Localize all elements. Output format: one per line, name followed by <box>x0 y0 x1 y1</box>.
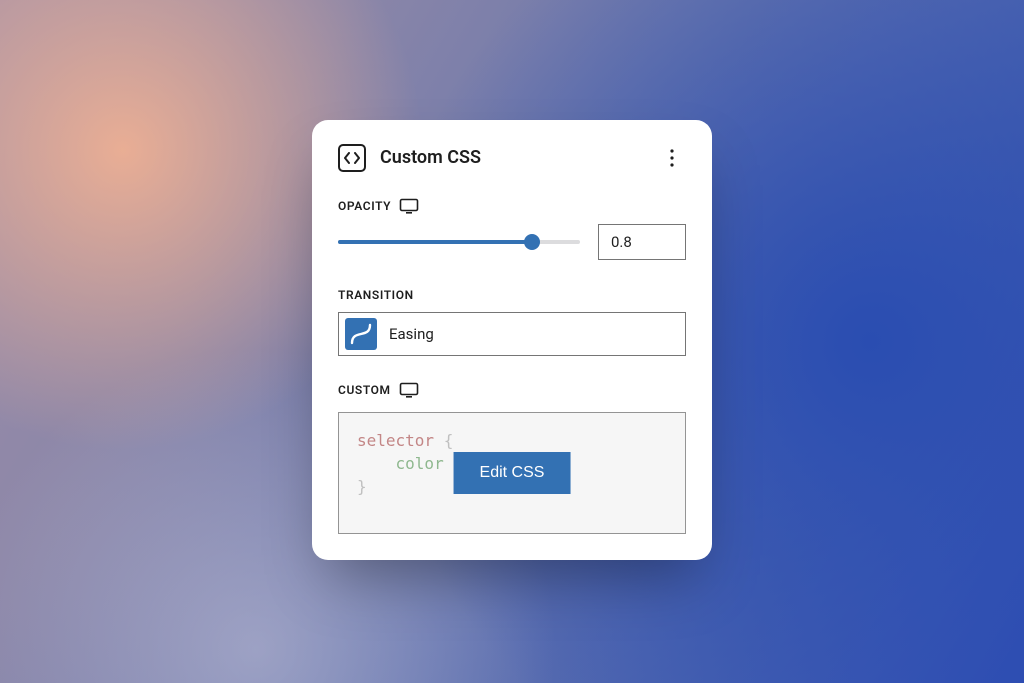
more-options-button[interactable] <box>658 144 686 172</box>
desktop-icon[interactable] <box>399 382 419 398</box>
opacity-label-row: OPACITY <box>338 198 686 214</box>
opacity-control-row: 0.8 <box>338 224 686 260</box>
transition-label: TRANSITION <box>338 288 414 302</box>
slider-fill <box>338 240 532 244</box>
custom-section: CUSTOM selector { color } Edit CSS <box>338 382 686 534</box>
edit-css-button[interactable]: Edit CSS <box>454 452 571 494</box>
css-code-preview[interactable]: selector { color } Edit CSS <box>338 412 686 534</box>
panel-header: Custom CSS <box>338 144 686 172</box>
opacity-label: OPACITY <box>338 199 391 213</box>
opacity-value-input[interactable]: 0.8 <box>598 224 686 260</box>
opacity-section: OPACITY 0.8 <box>338 198 686 260</box>
code-line: selector { <box>357 429 667 452</box>
custom-label: CUSTOM <box>338 383 391 397</box>
panel-title: Custom CSS <box>380 147 644 168</box>
more-vertical-icon <box>670 149 674 167</box>
opacity-slider[interactable] <box>338 234 580 250</box>
slider-thumb[interactable] <box>524 234 540 250</box>
code-icon <box>338 144 366 172</box>
custom-css-panel: Custom CSS OPACITY <box>312 120 712 560</box>
transition-field[interactable]: Easing <box>338 312 686 356</box>
transition-value: Easing <box>389 325 434 343</box>
custom-label-row: CUSTOM <box>338 382 686 398</box>
transition-section: TRANSITION Easing <box>338 288 686 356</box>
transition-label-row: TRANSITION <box>338 288 686 302</box>
easing-curve-icon <box>345 318 377 350</box>
slider-track <box>338 240 580 244</box>
desktop-icon[interactable] <box>399 198 419 214</box>
